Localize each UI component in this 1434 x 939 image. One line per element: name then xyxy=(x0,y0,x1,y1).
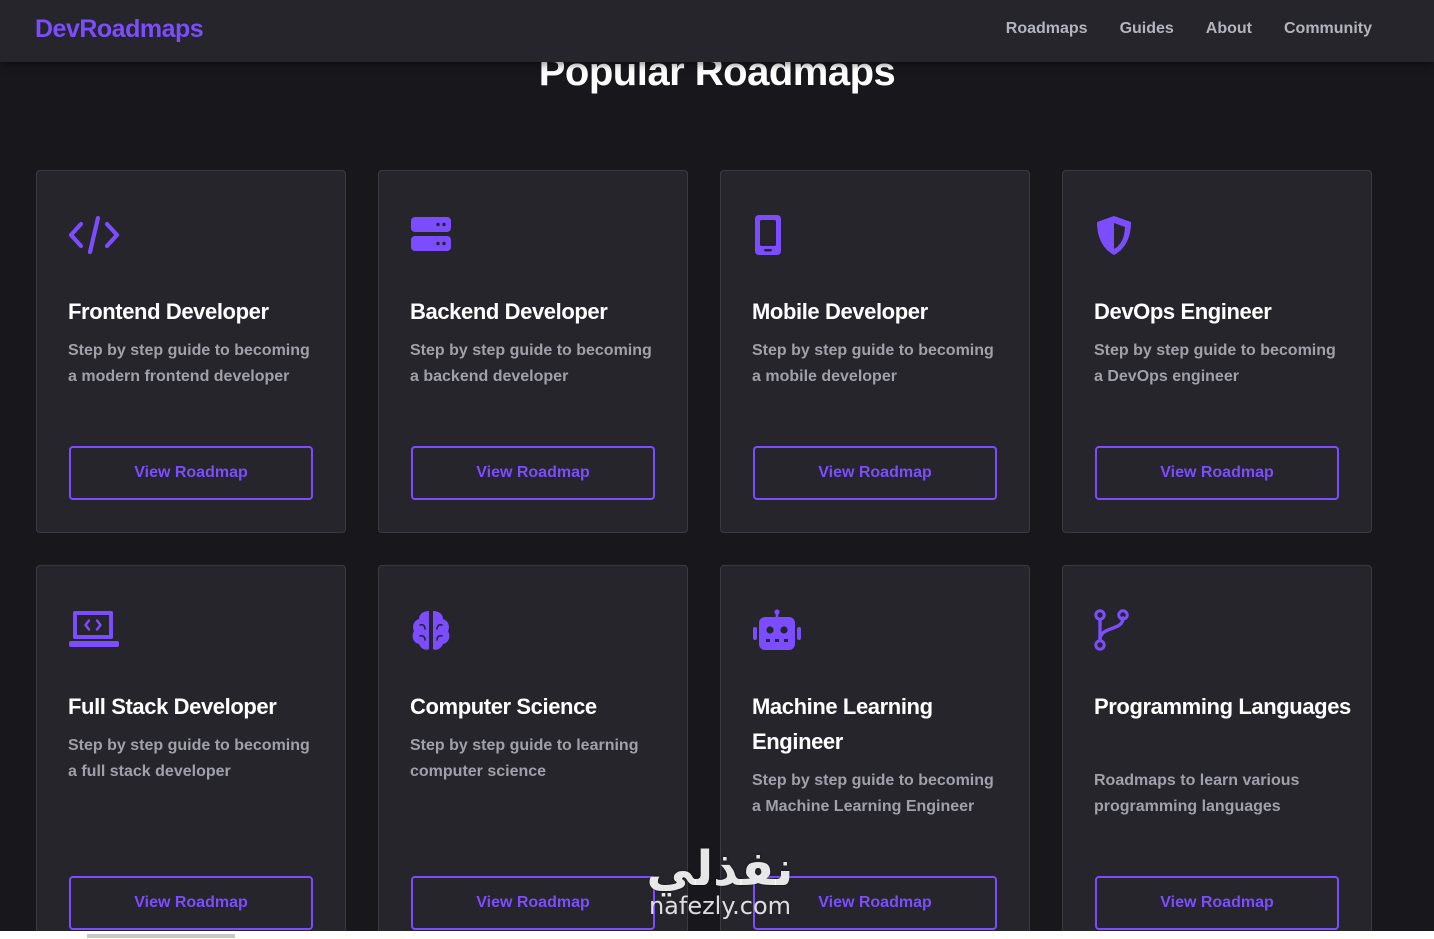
nav-links: Roadmaps Guides About Community xyxy=(1006,20,1372,38)
shield-icon xyxy=(1094,214,1146,256)
roadmap-card-machine-learning: Machine Learning Engineer Step by step g… xyxy=(720,565,1030,939)
card-description: Step by step guide to becoming a backend… xyxy=(410,342,652,385)
code-icon xyxy=(68,214,120,256)
card-description: Step by step guide to learning computer … xyxy=(410,737,639,780)
view-roadmap-button[interactable]: View Roadmap xyxy=(411,446,655,500)
card-title: Full Stack Developer xyxy=(68,694,277,719)
card-description: Step by step guide to becoming a modern … xyxy=(68,342,310,385)
scrollbar-thumb[interactable] xyxy=(87,934,235,938)
roadmap-card-mobile: Mobile Developer Step by step guide to b… xyxy=(720,170,1030,533)
view-roadmap-button[interactable]: View Roadmap xyxy=(69,876,313,930)
card-description: Step by step guide to becoming a mobile … xyxy=(752,342,994,385)
card-title: Machine Learning Engineer xyxy=(752,694,933,754)
brain-icon xyxy=(410,609,462,651)
view-roadmap-button[interactable]: View Roadmap xyxy=(753,446,997,500)
card-title: Backend Developer xyxy=(410,299,608,324)
server-icon xyxy=(410,214,462,256)
card-title: Programming Languages xyxy=(1094,694,1351,719)
card-description: Step by step guide to becoming a DevOps … xyxy=(1094,342,1336,385)
card-description: Step by step guide to becoming a full st… xyxy=(68,737,310,780)
view-roadmap-button[interactable]: View Roadmap xyxy=(753,876,997,930)
card-title: DevOps Engineer xyxy=(1094,299,1272,324)
view-roadmap-button[interactable]: View Roadmap xyxy=(411,876,655,930)
card-description: Roadmaps to learn various programming la… xyxy=(1094,772,1300,815)
view-roadmap-button[interactable]: View Roadmap xyxy=(69,446,313,500)
code-branch-icon xyxy=(1094,609,1146,651)
nav-link-about[interactable]: About xyxy=(1206,20,1252,38)
robot-icon xyxy=(752,609,804,651)
brand-logo[interactable]: DevRoadmaps xyxy=(35,15,204,44)
bottom-scrollbar[interactable] xyxy=(0,931,1434,939)
roadmap-card-fullstack: Full Stack Developer Step by step guide … xyxy=(36,565,346,939)
roadmap-card-devops: DevOps Engineer Step by step guide to be… xyxy=(1062,170,1372,533)
roadmap-card-computer-science: Computer Science Step by step guide to l… xyxy=(378,565,688,939)
nav-link-guides[interactable]: Guides xyxy=(1120,20,1174,38)
roadmap-card-backend: Backend Developer Step by step guide to … xyxy=(378,170,688,533)
nav-link-roadmaps[interactable]: Roadmaps xyxy=(1006,20,1088,38)
card-description: Step by step guide to becoming a Machine… xyxy=(752,772,994,815)
mobile-icon xyxy=(752,214,804,256)
view-roadmap-button[interactable]: View Roadmap xyxy=(1095,876,1339,930)
view-roadmap-button[interactable]: View Roadmap xyxy=(1095,446,1339,500)
nav-link-community[interactable]: Community xyxy=(1284,20,1372,38)
card-title: Mobile Developer xyxy=(752,299,928,324)
roadmap-card-frontend: Frontend Developer Step by step guide to… xyxy=(36,170,346,533)
navbar: DevRoadmaps Roadmaps Guides About Commun… xyxy=(0,0,1434,62)
card-title: Computer Science xyxy=(410,694,597,719)
laptop-code-icon xyxy=(68,609,120,651)
card-title: Frontend Developer xyxy=(68,299,269,324)
roadmap-card-programming-languages: Programming Languages Roadmaps to learn … xyxy=(1062,565,1372,939)
